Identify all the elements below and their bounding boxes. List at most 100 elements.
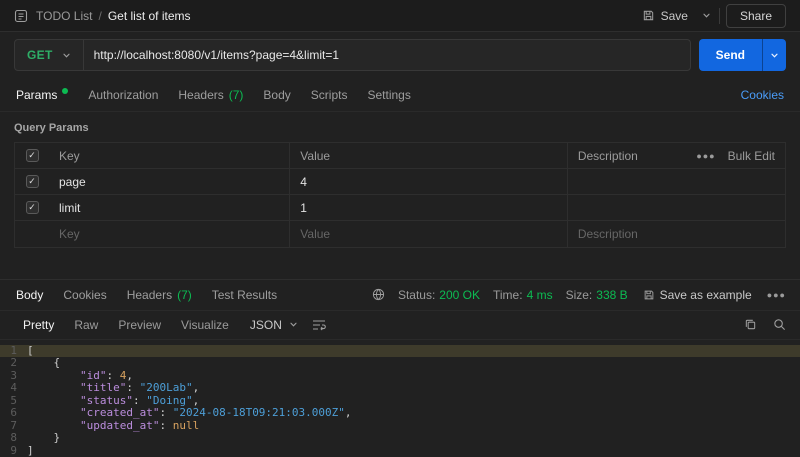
tab-authorization[interactable]: Authorization <box>78 78 168 111</box>
network-globe-icon[interactable] <box>372 288 385 301</box>
tab-body-label: Body <box>263 87 291 102</box>
view-tab-visualize[interactable]: Visualize <box>172 311 238 339</box>
request-url-bar: GET Send <box>0 32 800 78</box>
size-label: Size: <box>565 287 593 302</box>
headers-count-badge: (7) <box>228 87 244 102</box>
more-options-icon[interactable]: ●●● <box>696 151 715 161</box>
divider <box>718 7 720 24</box>
time-label: Time: <box>493 287 523 302</box>
tab-params[interactable]: Params <box>6 78 78 111</box>
size-value: 338 B <box>596 287 628 302</box>
param-description-cell[interactable] <box>568 195 785 220</box>
save-label: Save <box>660 8 688 23</box>
param-key-cell[interactable]: limit <box>49 195 291 220</box>
save-as-example-button[interactable]: Save as example <box>641 286 754 304</box>
save-dropdown-button[interactable] <box>700 7 713 24</box>
new-key-input[interactable]: Key <box>49 221 291 247</box>
response-tab-test-results[interactable]: Test Results <box>202 280 287 310</box>
share-button[interactable]: Share <box>725 3 786 28</box>
chevron-down-icon <box>62 51 71 60</box>
line-number: 8 <box>10 431 17 444</box>
chevron-down-icon <box>289 320 298 329</box>
response-body-json[interactable]: 1 [ 2 { 3 "id": 4, 4 "title": "200Lab", … <box>0 340 800 457</box>
row-checkbox-cell: ✓ <box>15 169 49 194</box>
param-value-cell[interactable]: 1 <box>290 195 568 220</box>
breadcrumb: TODO List / Get list of items <box>36 9 191 23</box>
send-button[interactable]: Send <box>698 39 762 71</box>
row-checkbox-cell <box>15 221 49 247</box>
response-tab-body[interactable]: Body <box>6 280 53 310</box>
param-key-cell[interactable]: page <box>49 169 291 194</box>
wrap-lines-icon[interactable] <box>312 319 326 331</box>
tab-scripts[interactable]: Scripts <box>301 78 358 111</box>
view-tab-raw[interactable]: Raw <box>65 311 107 339</box>
param-value-cell[interactable]: 4 <box>290 169 568 194</box>
new-description-input[interactable]: Description <box>568 221 785 247</box>
chevron-down-icon <box>770 51 779 60</box>
time-value: 4 ms <box>526 287 553 302</box>
format-select[interactable]: JSON <box>250 318 298 332</box>
response-tab-test-results-label: Test Results <box>211 287 278 302</box>
code-line: 7 "updated_at": null <box>0 419 800 433</box>
params-active-dot-icon <box>62 88 69 94</box>
chevron-down-icon <box>702 11 711 20</box>
size-badge: Size: 338 B <box>566 288 628 302</box>
code-line: 9 ] <box>0 443 800 457</box>
line-number: 9 <box>10 443 17 457</box>
param-row: ✓ page 4 <box>15 169 785 195</box>
breadcrumb-request-name: Get list of items <box>107 8 191 23</box>
check-icon: ✓ <box>28 150 36 160</box>
tab-headers[interactable]: Headers (7) <box>168 78 253 111</box>
response-tab-headers-label: Headers <box>126 287 173 302</box>
table-header-actions: ●●● Bulk Edit <box>696 149 775 163</box>
response-tab-headers[interactable]: Headers (7) <box>117 280 202 310</box>
column-header-value: Value <box>290 143 568 168</box>
check-icon: ✓ <box>28 176 36 186</box>
send-dropdown-button[interactable] <box>762 39 786 71</box>
code-line: 8 } <box>0 431 800 445</box>
tab-settings-label: Settings <box>367 87 411 102</box>
breadcrumb-collection[interactable]: TODO List <box>36 9 92 23</box>
tab-body[interactable]: Body <box>253 78 300 111</box>
select-all-checkbox[interactable]: ✓ <box>25 149 39 162</box>
param-row-new: Key Value Description <box>15 221 785 247</box>
request-tabs: Params Authorization Headers (7) Body Sc… <box>0 78 800 112</box>
row-checkbox[interactable]: ✓ <box>25 175 39 188</box>
check-icon: ✓ <box>28 202 36 212</box>
url-group: GET <box>14 39 691 71</box>
view-tab-pretty[interactable]: Pretty <box>14 311 63 339</box>
url-input[interactable] <box>83 40 690 70</box>
response-headers-count-badge: (7) <box>177 287 192 302</box>
collection-icon[interactable] <box>14 9 28 23</box>
query-params-title: Query Params <box>14 122 89 134</box>
time-badge: Time: 4 ms <box>493 288 553 302</box>
bulk-edit-button[interactable]: Bulk Edit <box>728 149 775 163</box>
param-description-cell[interactable] <box>568 169 785 194</box>
copy-icon[interactable] <box>744 318 757 331</box>
api-client-app: TODO List / Get list of items Save Share <box>0 0 800 457</box>
param-row: ✓ limit 1 <box>15 195 785 221</box>
method-label: GET <box>27 48 53 62</box>
topbar: TODO List / Get list of items Save Share <box>0 0 800 32</box>
response-meta: Status: 200 OK Time: 4 ms Size: 338 B Sa… <box>372 286 794 304</box>
tab-settings[interactable]: Settings <box>357 78 420 111</box>
method-select[interactable]: GET <box>15 40 84 70</box>
view-tab-preview[interactable]: Preview <box>109 311 170 339</box>
status-label: Status: <box>397 287 436 302</box>
save-button[interactable]: Save <box>636 5 694 27</box>
response-more-options-icon[interactable]: ●●● <box>767 290 786 300</box>
row-checkbox-cell: ✓ <box>15 195 49 220</box>
topbar-actions: Save Share <box>636 3 786 28</box>
search-icon[interactable] <box>773 318 786 331</box>
row-checkbox[interactable]: ✓ <box>25 201 39 214</box>
save-icon <box>642 9 655 22</box>
cookies-link[interactable]: Cookies <box>741 88 784 102</box>
line-number: 4 <box>10 381 17 394</box>
new-value-input[interactable]: Value <box>290 221 568 247</box>
tab-params-label: Params <box>16 87 58 102</box>
response-tab-cookies[interactable]: Cookies <box>53 280 116 310</box>
description-header-label: Description <box>577 148 638 163</box>
response-tab-cookies-label: Cookies <box>63 287 107 302</box>
column-header-description: Description ●●● Bulk Edit <box>568 143 785 168</box>
response-panel: Body Cookies Headers (7) Test Results St… <box>0 278 800 457</box>
